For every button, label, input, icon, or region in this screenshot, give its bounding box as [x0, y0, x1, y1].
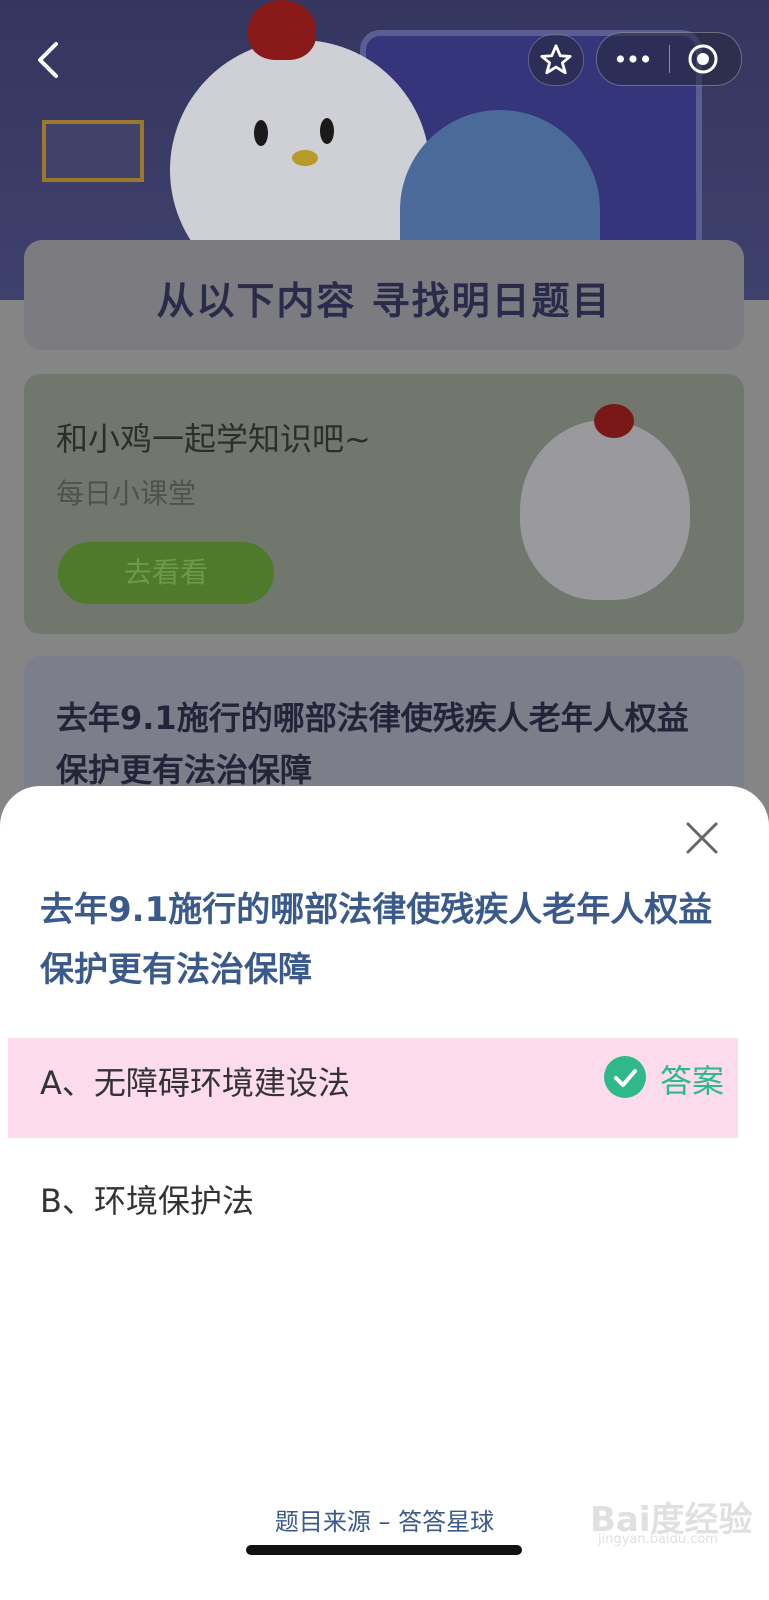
chick-eye-illustration [254, 120, 268, 146]
star-icon [540, 44, 572, 75]
chevron-left-icon[interactable] [30, 40, 70, 80]
sheet-question: 去年9.1施行的哪部法律使残疾人老年人权益保护更有法治保障 [40, 890, 713, 990]
option-a-label: A、无障碍环境建设法 [40, 1064, 350, 1102]
chick-crest-illustration [248, 0, 316, 60]
answer-tag: 答案 [660, 1062, 725, 1100]
favorite-button[interactable] [528, 34, 584, 86]
medal-frame-illustration [42, 120, 144, 182]
capsule-divider [669, 45, 670, 73]
learn-card-subtitle: 每日小课堂 [56, 477, 197, 510]
panel-heading: 从以下内容 寻找明日题目 [156, 279, 612, 323]
option-b-label: B、环境保护法 [40, 1182, 254, 1220]
learn-card-title: 和小鸡一起学知识吧~ [56, 420, 371, 458]
chick-reading-illustration [520, 420, 690, 600]
mini-program-capsule [596, 32, 742, 86]
go-look-button[interactable]: 去看看 [58, 542, 274, 604]
watermark-url: jingyan.baidu.com [598, 1532, 718, 1547]
chick-crest-illustration [594, 404, 634, 438]
record-icon[interactable] [687, 43, 719, 75]
check-circle-icon [604, 1056, 646, 1098]
chick-beak-illustration [292, 150, 318, 166]
question-card-text: 去年9.1施行的哪部法律使残疾人老年人权益保护更有法治保障 [56, 699, 689, 789]
close-icon[interactable] [684, 820, 720, 856]
home-indicator[interactable] [246, 1545, 522, 1555]
chick-eye-illustration [320, 118, 334, 144]
ellipsis-icon[interactable] [615, 53, 651, 65]
